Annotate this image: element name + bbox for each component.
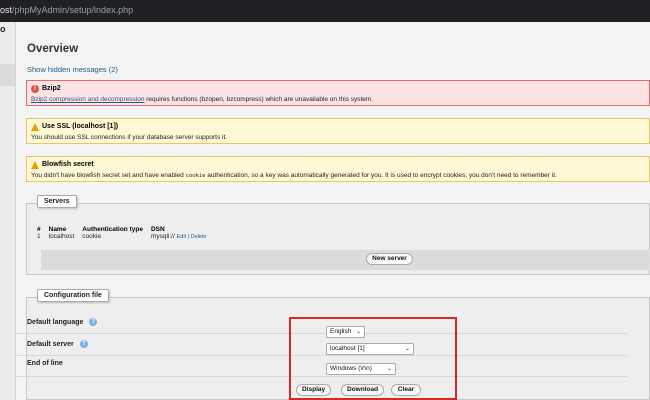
end-of-line-row: End of line xyxy=(27,360,63,367)
col-name: Name xyxy=(48,226,67,233)
page-title: Overview xyxy=(27,43,79,55)
url-path: /phpMyAdmin/setup/index.php xyxy=(12,5,134,15)
browser-url-bar[interactable]: ost/phpMyAdmin/setup/index.php xyxy=(0,0,650,22)
show-hidden-messages-link[interactable]: Show hidden messages (2) xyxy=(27,65,118,74)
cell-num: 1 xyxy=(37,233,41,240)
help-icon[interactable]: ? xyxy=(79,340,88,348)
cell-auth: cookie xyxy=(82,233,102,240)
notice-use-ssl: Use SSL (localhost [1]) You should use S… xyxy=(26,118,650,144)
default-server-row: Default server ? xyxy=(27,340,88,348)
notice-title: Bzip2 xyxy=(42,85,61,92)
cell-name: localhost xyxy=(48,233,75,240)
servers-footer: New server xyxy=(41,250,650,270)
warning-icon xyxy=(31,160,39,169)
config-legend: Configuration file xyxy=(37,289,109,302)
nav-title: o xyxy=(0,24,6,34)
end-of-line-label: End of line xyxy=(27,360,63,367)
notice-title: Blowfish secret xyxy=(42,161,94,168)
bzip2-docs-link[interactable]: Bzip2 compression and decompression xyxy=(31,96,144,103)
servers-fieldset: Servers # Name Authentication type DSN 1… xyxy=(26,195,650,275)
default-server-label: Default server xyxy=(27,340,74,348)
url-host: ost xyxy=(0,5,13,15)
default-language-label: Default language xyxy=(27,318,84,326)
separator: | xyxy=(187,234,190,240)
notice-body: You didn't have blowfish secret set and … xyxy=(31,170,645,182)
new-server-button[interactable]: New server xyxy=(366,253,413,265)
col-num: # xyxy=(37,226,41,233)
table-row: 1 localhost cookie mysqli:// Edit | Dele… xyxy=(33,233,211,240)
warning-icon xyxy=(31,122,39,131)
edit-server-link[interactable]: Edit xyxy=(177,234,186,240)
col-dsn: DSN xyxy=(150,226,165,233)
notice-body-text: You didn't have blowfish secret set and … xyxy=(31,172,186,179)
error-icon: ! xyxy=(31,84,39,93)
notice-body-text: authentication, so a key was automatical… xyxy=(205,172,557,179)
notice-body-text: requires functions (bzopen, bzcompress) … xyxy=(144,96,374,103)
nav-item[interactable] xyxy=(0,64,15,86)
dsn-value: mysqli:// xyxy=(150,233,175,240)
left-navigation-panel: o xyxy=(0,22,16,400)
code-cookie: cookie xyxy=(185,173,206,179)
servers-table: # Name Authentication type DSN 1 localho… xyxy=(33,226,211,240)
annotation-highlight-box xyxy=(289,317,457,400)
notice-body: You should use SSL connections if your d… xyxy=(31,134,228,141)
table-header-row: # Name Authentication type DSN xyxy=(33,226,211,233)
url-text: ost/phpMyAdmin/setup/index.php xyxy=(0,5,133,15)
notice-title: Use SSL (localhost [1]) xyxy=(42,123,119,130)
default-language-row: Default language ? xyxy=(27,318,98,326)
servers-legend: Servers xyxy=(37,195,77,208)
help-icon[interactable]: ? xyxy=(89,318,98,326)
notice-blowfish-secret: Blowfish secret You didn't have blowfish… xyxy=(26,156,650,182)
col-auth-type: Authentication type xyxy=(82,226,143,233)
notice-body: Bzip2 compression and decompression requ… xyxy=(31,94,645,105)
notice-bzip2-error: ! Bzip2 Bzip2 compression and decompressi… xyxy=(26,80,650,106)
cell-dsn: mysqli:// Edit | Delete xyxy=(147,233,211,240)
delete-server-link[interactable]: Delete xyxy=(191,234,207,240)
